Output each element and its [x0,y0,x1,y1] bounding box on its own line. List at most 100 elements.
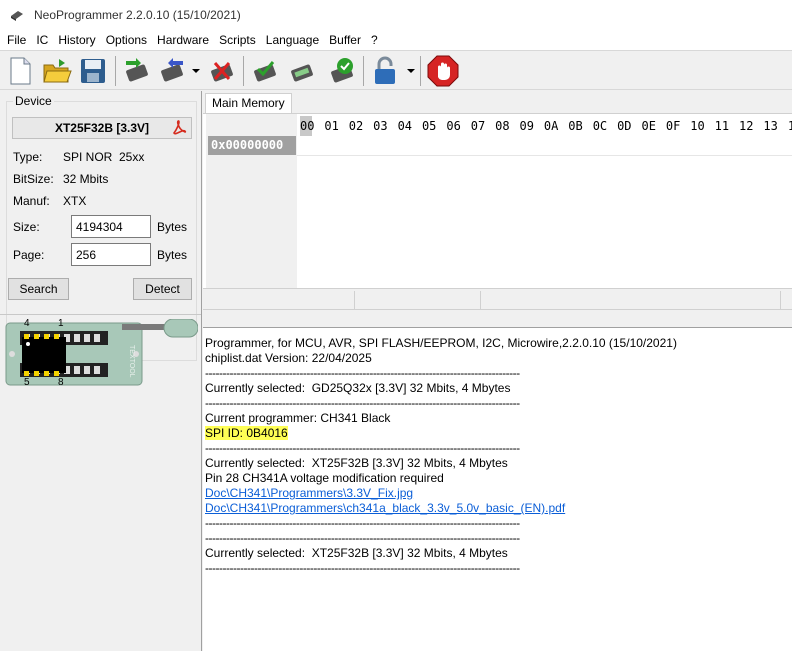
save-button[interactable] [76,54,110,88]
menu-bar: File IC History Options Hardware Scripts… [0,30,792,50]
erase-chip-icon [211,62,233,82]
protect-button[interactable] [368,54,402,88]
hex-col-header[interactable]: 14 [788,116,792,136]
size-field[interactable] [71,215,151,238]
bitsize-row: BitSize: 32 Mbits [13,172,108,186]
chevron-down-icon[interactable] [407,67,415,75]
hex-col-header[interactable]: 09 [520,116,544,136]
log-separator: ----------------------------------------… [205,516,520,530]
hex-col-header[interactable]: 0A [544,116,568,136]
hex-col-header[interactable]: 01 [324,116,348,136]
search-button[interactable]: Search [8,278,69,300]
device-name-label: XT25F32B [3.3V] [54,121,150,135]
hex-col-header[interactable]: 0C [593,116,617,136]
manuf-row: Manuf: XTX [13,194,86,208]
hex-col-header[interactable]: 02 [349,116,373,136]
pin-label-8: 8 [58,377,64,388]
size-unit: Bytes [157,219,188,234]
tab-main-memory[interactable]: Main Memory [205,93,292,114]
size-row: Size: Bytes [13,215,187,238]
log-separator: ----------------------------------------… [205,561,520,575]
status-strip [203,288,792,310]
open-folder-icon [43,59,72,83]
chip-app-icon [11,11,23,21]
hex-col-header[interactable]: 0B [568,116,592,136]
hex-col-header[interactable]: 0F [666,116,690,136]
new-file-button[interactable] [3,54,37,88]
hex-col-header[interactable]: 04 [398,116,422,136]
menu-history[interactable]: History [53,30,100,50]
log-separator: ----------------------------------------… [205,441,520,455]
toolbar-separator [420,56,421,86]
hex-grid[interactable]: 00 01 02 03 04 05 06 07 08 09 0A 0B 0C 0… [203,113,792,289]
hex-col-header[interactable]: 07 [471,116,495,136]
tab-strip: Main Memory [203,91,792,114]
auto-program-icon [331,58,353,83]
size-label: Size: [13,219,40,234]
menu-options[interactable]: Options [101,30,152,50]
hex-col-header[interactable]: 0E [641,116,665,136]
status-cell [355,291,481,309]
hex-col-header[interactable]: 0D [617,116,641,136]
device-name: XT25F32B [3.3V] [12,117,192,139]
menu-language[interactable]: Language [261,30,324,50]
menu-buffer[interactable]: Buffer [324,30,366,50]
pdf-icon[interactable] [171,120,187,136]
page-field[interactable] [71,243,151,266]
toolbar-separator [115,56,116,86]
read-button[interactable] [120,54,154,88]
blank-check-button[interactable] [285,54,319,88]
horizontal-scrollbar[interactable] [203,311,792,325]
pin-label-1: 1 [58,318,64,329]
bitsize-value: 32 Mbits [63,172,109,186]
hex-col-header[interactable]: 13 [763,116,787,136]
write-button[interactable] [155,54,189,88]
hex-col-header[interactable]: 00 [300,116,314,136]
blank-check-icon [291,64,313,82]
log-output[interactable]: Programmer, for MCU, AVR, SPI FLASH/EEPR… [203,327,792,651]
log-line: Currently selected: GD25Q32x [3.3V] 32 M… [205,381,511,395]
auto-program-button[interactable] [325,54,359,88]
socket-brand-text: TEXTOOL [128,345,135,378]
bitsize-label: BitSize: [13,172,54,186]
menu-file[interactable]: File [2,30,31,50]
log-line: Currently selected: XT25F32B [3.3V] 32 M… [205,456,508,470]
lock-icon [375,56,395,84]
type-label: Type: [13,150,43,164]
hex-col-header[interactable]: 08 [495,116,519,136]
verify-chip-icon [254,61,276,82]
hex-col-header[interactable]: 03 [373,116,397,136]
pin-label-5: 5 [24,377,30,388]
doc-link-3v-fix[interactable]: Doc\CH341\Programmers\3.3V_Fix.jpg [205,486,413,500]
menu-ic[interactable]: IC [31,30,53,50]
menu-help[interactable]: ? [366,30,383,50]
chevron-down-icon[interactable] [192,67,200,75]
menu-hardware[interactable]: Hardware [152,30,214,50]
zif-socket-illustration: TEXTOOL 4 1 5 8 [4,318,199,389]
detect-button[interactable]: Detect [133,278,192,300]
device-legend: Device [13,94,54,108]
stop-button[interactable] [426,54,460,88]
open-button[interactable] [40,54,74,88]
menu-scripts[interactable]: Scripts [214,30,261,50]
title-bar: NeoProgrammer 2.2.0.10 (15/10/2021) [0,0,792,30]
hex-col-header[interactable]: 12 [739,116,763,136]
type-value: SPI NOR 25xx [63,150,145,164]
hex-col-header[interactable]: 10 [690,116,714,136]
log-separator: ----------------------------------------… [205,366,520,380]
hex-col-header[interactable]: 05 [422,116,446,136]
stop-icon [427,55,459,87]
log-line: Programmer, for MCU, AVR, SPI FLASH/EEPR… [205,336,677,350]
left-panel: Device XT25F32B [3.3V] Type: SPI NOR 25xx… [0,91,202,651]
pin-label-4: 4 [24,318,30,329]
erase-button[interactable] [205,54,239,88]
write-chip-icon [161,58,183,82]
verify-button[interactable] [248,54,282,88]
status-cell [203,291,355,309]
doc-link-ch341a-pdf[interactable]: Doc\CH341\Programmers\ch341a_black_3.3v_… [205,501,565,515]
log-separator: ----------------------------------------… [205,396,520,410]
hex-col-header[interactable]: 11 [715,116,739,136]
hex-col-header[interactable]: 06 [446,116,470,136]
log-separator: ----------------------------------------… [205,531,520,545]
address-cell[interactable]: 0x00000000 [208,136,296,155]
